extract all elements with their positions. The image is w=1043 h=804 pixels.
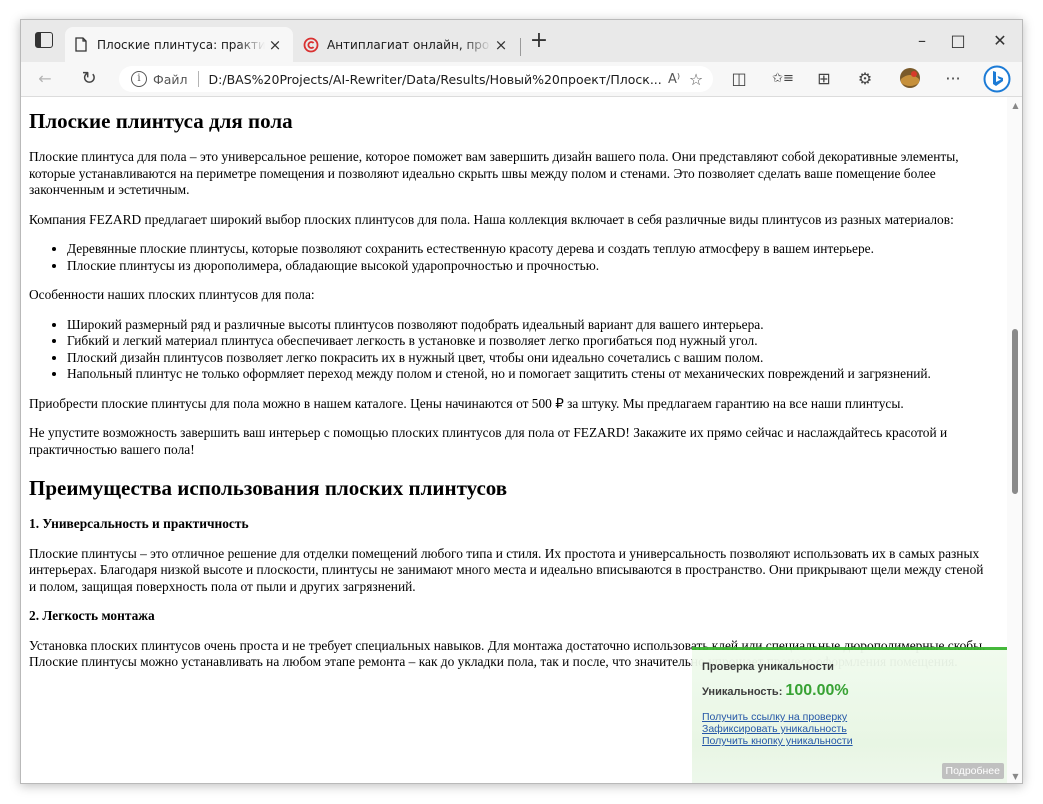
get-check-link[interactable]: Получить ссылку на проверку xyxy=(702,711,997,723)
address-bar[interactable]: i Файл D:/BAS%20Projects/AI-Rewriter/Dat… xyxy=(119,66,713,92)
list-item: Плоские плинтусы из дюрополимера, облада… xyxy=(67,258,991,275)
new-tab-button[interactable]: + xyxy=(528,30,550,52)
address-url[interactable]: D:/BAS%20Projects/AI-Rewriter/Data/Resul… xyxy=(209,72,663,87)
widget-title: Проверка уникальности xyxy=(702,661,834,673)
uniqueness-widget: Проверка уникальности Уникальность: 100.… xyxy=(692,647,1007,783)
paragraph-versatility: Плоские плинтусы – это отличное решение … xyxy=(29,545,984,594)
list-item: Широкий размерный ряд и различные высоты… xyxy=(67,317,991,334)
tab-title: Плоские плинтуса: практичные и стильные xyxy=(97,37,265,52)
paragraph-company: Компания FEZARD предлагает широкий выбор… xyxy=(29,211,954,227)
paragraph-intro: Плоские плинтуса для пола – это универса… xyxy=(29,149,959,197)
tab-bar: Плоские плинтуса: практичные и стильные … xyxy=(21,20,1022,62)
address-divider xyxy=(197,71,199,87)
extensions-icon[interactable]: ⚙ xyxy=(853,67,877,91)
minimize-button[interactable]: – xyxy=(907,29,937,53)
window-close-button[interactable]: ✕ xyxy=(985,29,1015,53)
favorite-star-icon[interactable]: ☆ xyxy=(685,70,707,89)
page-title: Плоские плинтуса для пола xyxy=(29,109,293,133)
scrollbar-thumb[interactable] xyxy=(1012,329,1018,494)
document-icon xyxy=(73,37,89,53)
refresh-icon[interactable]: ↻ xyxy=(77,67,101,91)
get-button-link[interactable]: Получить кнопку уникальности xyxy=(702,735,997,747)
scroll-up-icon[interactable]: ▲ xyxy=(1007,101,1022,110)
browser-window: Плоские плинтуса: практичные и стильные … xyxy=(20,19,1023,784)
subsection-heading: 1. Универсальность и практичность xyxy=(29,516,249,531)
favorites-icon[interactable]: ✩≡ xyxy=(771,67,795,91)
features-list: Широкий размерный ряд и различные высоты… xyxy=(29,317,991,383)
address-protocol: Файл xyxy=(153,71,188,87)
document: Плоские плинтуса для пола Плоские плинту… xyxy=(29,97,991,684)
tab-close-icon[interactable]: × xyxy=(265,36,285,54)
info-icon[interactable]: i xyxy=(131,71,147,87)
list-item: Напольный плинтус не только оформляет пе… xyxy=(67,366,991,383)
list-item: Плоский дизайн плинтусов позволяет легко… xyxy=(67,350,991,367)
more-details-button[interactable]: Подробнее xyxy=(941,763,1004,779)
tab-actions-icon[interactable] xyxy=(35,32,53,48)
avatar[interactable] xyxy=(898,67,922,91)
read-aloud-icon[interactable]: A⁾ xyxy=(663,72,685,87)
list-item: Гибкий и легкий материал плинтуса обеспе… xyxy=(67,333,991,350)
section-heading: Преимущества использования плоских плинт… xyxy=(29,476,508,500)
bing-copilot-icon[interactable] xyxy=(983,65,1011,93)
tab-active[interactable]: Плоские плинтуса: практичные и стильные … xyxy=(65,27,293,62)
paragraph-features: Особенности наших плоских плинтусов для … xyxy=(29,287,315,302)
uniqueness-value: 100.00% xyxy=(785,682,849,699)
back-icon[interactable]: ← xyxy=(33,67,57,91)
tab-close-icon[interactable]: × xyxy=(491,36,511,54)
vertical-scrollbar[interactable]: ▲ ▼ xyxy=(1007,97,1022,783)
scroll-down-icon[interactable]: ▼ xyxy=(1007,772,1022,781)
tab-inactive[interactable]: Антиплагиат онлайн, проверка уникальност… xyxy=(295,27,519,62)
fix-uniqueness-link[interactable]: Зафиксировать уникальность xyxy=(702,723,997,735)
tab-title: Антиплагиат онлайн, проверка уникальност… xyxy=(327,37,491,52)
materials-list: Деревянные плоские плинтусы, которые поз… xyxy=(29,241,991,274)
list-item: Деревянные плоские плинтусы, которые поз… xyxy=(67,241,991,258)
maximize-button[interactable]: □ xyxy=(943,29,973,53)
paragraph-price: Приобрести плоские плинтусы для пола мож… xyxy=(29,395,904,411)
more-menu-icon[interactable]: ··· xyxy=(941,67,965,91)
copyright-icon xyxy=(303,37,319,53)
uniqueness-label: Уникальность: xyxy=(702,686,783,698)
uniqueness-row: Уникальность: 100.00% xyxy=(702,682,997,700)
tab-divider xyxy=(520,38,521,56)
toolbar: ← ↻ i Файл D:/BAS%20Projects/AI-Rewriter… xyxy=(21,62,1022,97)
paragraph-cta: Не упустите возможность завершить ваш ин… xyxy=(29,425,948,457)
subsection-heading: 2. Легкость монтажа xyxy=(29,608,155,623)
collections-icon[interactable]: ⊞ xyxy=(812,67,836,91)
split-screen-icon[interactable]: ◫ xyxy=(727,67,751,91)
